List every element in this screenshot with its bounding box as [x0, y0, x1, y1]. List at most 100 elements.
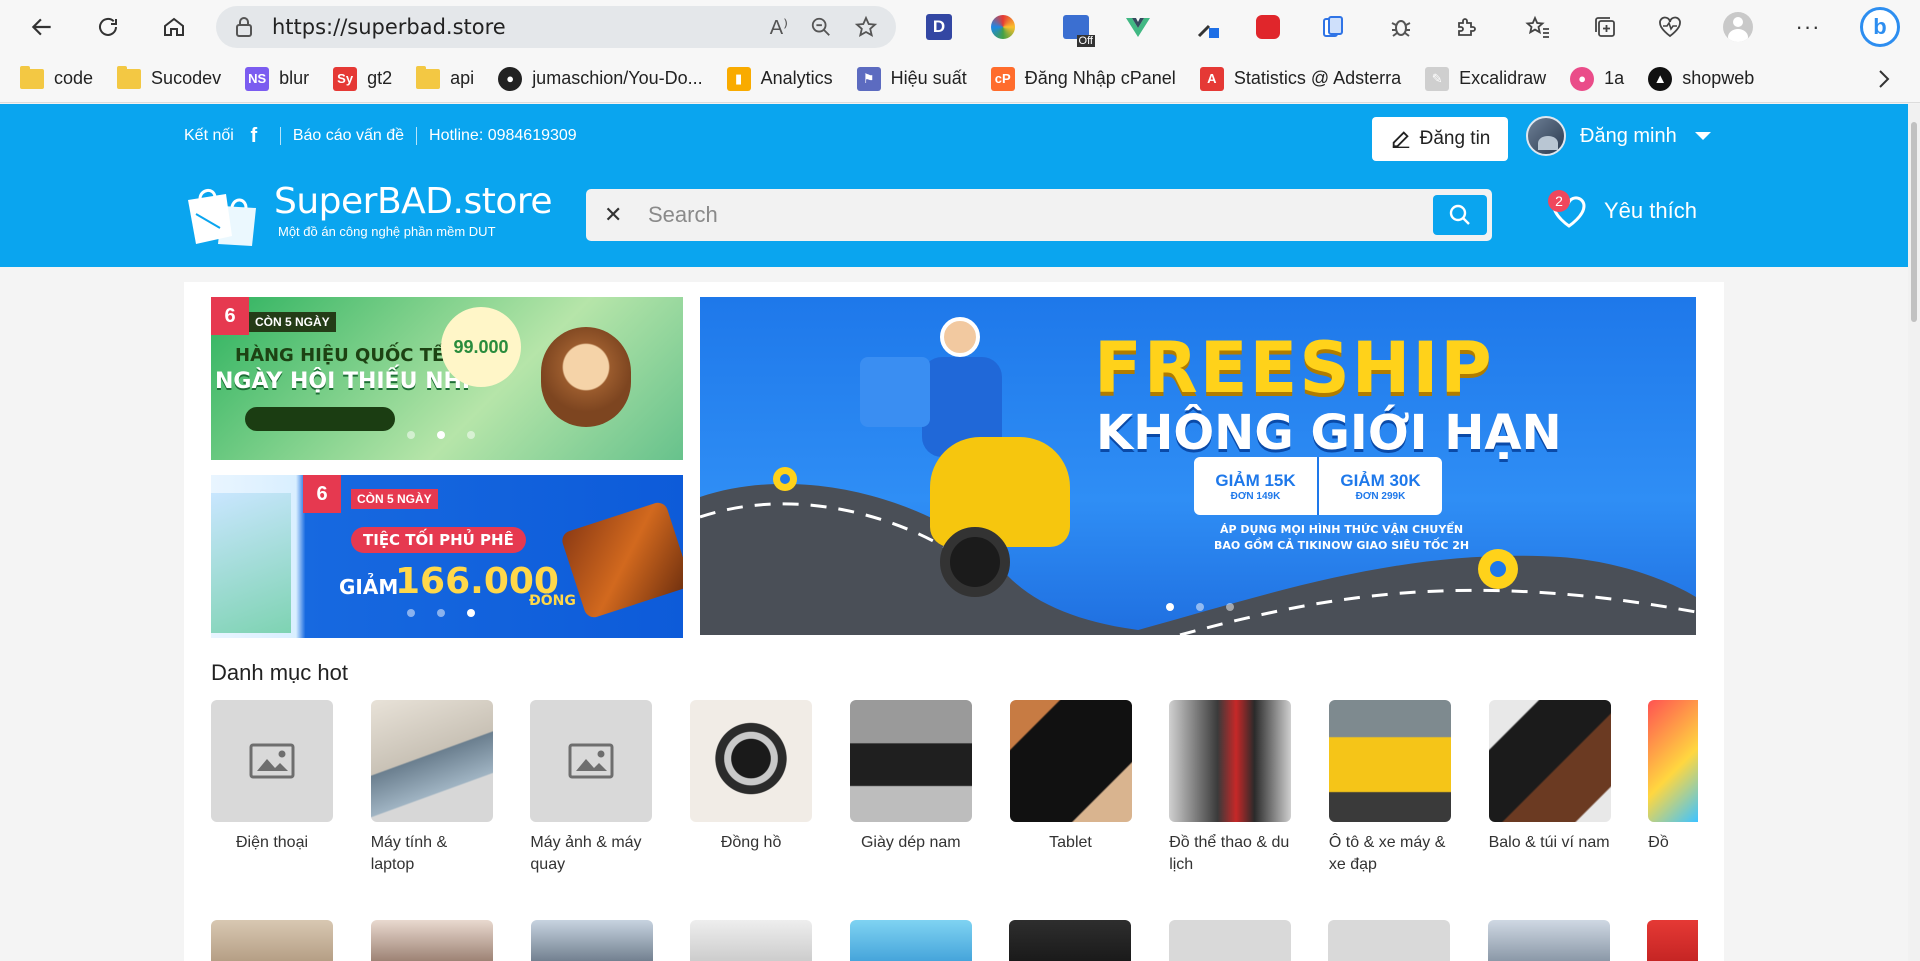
bookmark-item[interactable]: Sucodev — [117, 65, 222, 89]
bookmark-label: Đăng Nhập cPanel — [1024, 68, 1176, 88]
edit-icon — [1392, 131, 1409, 148]
category-item[interactable]: Máy tính & laptop — [370, 700, 493, 876]
section-title: Danh mục hot — [211, 660, 348, 685]
extension-bug-icon[interactable] — [1383, 9, 1419, 45]
category-thumbnail[interactable] — [1647, 920, 1698, 961]
connect-label: Kết nối — [184, 127, 234, 144]
banner-note: ÁP DỤNG MỌI HÌNH THỨC VẬN CHUYỂN — [1220, 523, 1464, 536]
facebook-icon[interactable]: f — [240, 122, 268, 150]
category-thumbnail — [1009, 700, 1132, 822]
read-aloud-icon[interactable]: A⁾ — [770, 15, 788, 40]
bookmark-item[interactable]: api — [416, 65, 474, 89]
category-thumbnail[interactable] — [211, 920, 333, 961]
post-listing-button[interactable]: Đăng tin — [1372, 117, 1508, 161]
bookmark-item[interactable]: ⚑ Hiệu suất — [856, 66, 967, 91]
bookmark-item[interactable]: cP Đăng Nhập cPanel — [990, 66, 1176, 91]
category-item[interactable]: Giày dép nam — [849, 700, 972, 854]
bookmark-label: Excalidraw — [1459, 68, 1547, 88]
bookmark-item[interactable]: ● jumaschion/You-Do... — [498, 66, 703, 91]
site-logo[interactable]: SuperBAD.store Một đồ án công nghệ phần … — [182, 184, 553, 248]
extension-copy-icon[interactable] — [1315, 9, 1351, 45]
bookmarks-overflow-chevron-icon[interactable] — [1866, 61, 1902, 97]
category-label: Balo & túi ví nam — [1488, 834, 1610, 851]
bookmark-item[interactable]: ▮ Analytics — [726, 66, 833, 91]
category-thumbnail[interactable] — [1328, 920, 1450, 961]
extension-adblock-icon[interactable] — [1250, 9, 1286, 45]
address-bar[interactable]: https://superbad.store A⁾ — [216, 6, 896, 48]
skewer-food-image — [559, 500, 683, 620]
more-menu-icon[interactable]: ··· — [1790, 9, 1826, 45]
bookmark-item[interactable]: code — [20, 65, 93, 89]
collections-icon[interactable] — [1587, 9, 1623, 45]
discount-offer: GIẢM 15K — [1215, 470, 1296, 490]
favorites-link[interactable]: 2 Yêu thích — [1548, 190, 1697, 232]
bing-chat-icon[interactable]: b — [1858, 5, 1902, 49]
category-thumbnail[interactable] — [1009, 920, 1131, 961]
extension-d-icon[interactable]: D — [921, 9, 957, 45]
extension-color-icon[interactable] — [985, 9, 1021, 45]
category-thumbnail — [690, 700, 813, 822]
analytics-icon: ▮ — [726, 66, 751, 91]
divider — [279, 127, 281, 145]
category-thumbnail[interactable] — [1169, 920, 1291, 961]
bookmark-item[interactable]: Sy gt2 — [333, 66, 392, 91]
zoom-icon[interactable] — [810, 16, 832, 38]
home-button[interactable] — [156, 9, 192, 45]
promo-banner-children-day[interactable]: 6 CÒN 5 NGÀY HÀNG HIỆU QUỐC TẾ NGÀY HỘI … — [211, 297, 683, 460]
category-item[interactable]: Đồng hồ — [690, 700, 813, 854]
page-scrollbar[interactable] — [1908, 104, 1920, 961]
category-item[interactable]: Máy ảnh & máy quay — [530, 700, 653, 876]
extension-off-icon[interactable]: Off — [1058, 9, 1095, 47]
category-item[interactable]: Đồ — [1648, 700, 1698, 854]
search-button[interactable] — [1433, 195, 1487, 235]
page-viewport: Kết nối f Báo cáo vấn đề Hotline: 098461… — [0, 104, 1908, 961]
category-thumbnail[interactable] — [1488, 920, 1610, 961]
bookmark-label: Analytics — [760, 68, 833, 88]
bookmark-item[interactable]: NS blur — [245, 66, 309, 91]
back-button[interactable] — [24, 9, 60, 45]
promo-banner-dinner-party[interactable]: 6 CÒN 5 NGÀY TIỆC TỐI PHỦ PHÊ GIẢM 166.0… — [211, 475, 683, 638]
category-item[interactable]: Điện thoại — [211, 700, 333, 854]
search-input[interactable]: Search — [648, 202, 1433, 228]
category-item[interactable]: Ô tô & xe máy & xe đạp — [1328, 700, 1451, 876]
category-thumbnail[interactable] — [850, 920, 972, 961]
bookmark-item[interactable]: ✎ Excalidraw — [1425, 66, 1547, 91]
category-thumbnail[interactable] — [690, 920, 812, 961]
bookmark-label: Sucodev — [151, 68, 222, 88]
clear-search-icon[interactable]: ✕ — [604, 202, 628, 228]
carousel-dots — [407, 609, 475, 617]
browser-essentials-icon[interactable] — [1652, 9, 1688, 45]
folder-icon — [20, 65, 44, 89]
banner-line: NGÀY HỘI THIẾU NHI — [215, 369, 471, 394]
category-item[interactable]: Balo & túi ví nam — [1488, 700, 1611, 854]
category-item[interactable]: Tablet — [1009, 700, 1132, 854]
user-menu[interactable]: Đăng minh — [1526, 116, 1713, 156]
bookmark-item[interactable]: ▲ shopweb — [1648, 66, 1754, 91]
carousel-dots — [1166, 603, 1234, 611]
scrollbar-thumb[interactable] — [1911, 122, 1917, 322]
favorites-icon[interactable] — [1520, 9, 1556, 45]
refresh-button[interactable] — [90, 9, 126, 45]
favorite-star-icon[interactable] — [854, 15, 878, 39]
extension-picker-icon[interactable] — [1190, 9, 1226, 45]
discount-offer: GIẢM 30K — [1340, 470, 1421, 490]
category-item[interactable]: Đồ thể thao & du lịch — [1169, 700, 1292, 876]
extension-vue-icon[interactable] — [1120, 9, 1156, 45]
bookmark-item[interactable]: ● 1a — [1570, 66, 1624, 91]
banner-line: TIỆC TỐI PHỦ PHÊ — [351, 527, 526, 553]
report-issue-link[interactable]: Báo cáo vấn đề — [293, 127, 404, 145]
category-thumbnail — [1488, 700, 1611, 822]
banner-subheadline: KHÔNG GIỚI HẠN — [1096, 405, 1562, 461]
post-listing-label: Đăng tin — [1419, 128, 1491, 149]
promo-banner-freeship[interactable]: FREESHIP KHÔNG GIỚI HẠN GIẢM 15K ĐƠN 149… — [700, 297, 1696, 635]
bookmark-item[interactable]: A Statistics @ Adsterra — [1199, 66, 1401, 91]
refresh-icon — [99, 17, 117, 36]
category-thumbnail[interactable] — [371, 920, 493, 961]
price-badge: 99.000 — [441, 307, 521, 387]
dribbble-icon: ● — [1570, 66, 1595, 91]
chevron-down-icon — [1694, 132, 1711, 140]
extensions-puzzle-icon[interactable] — [1448, 9, 1484, 45]
category-thumbnail[interactable] — [531, 920, 653, 961]
profile-icon[interactable] — [1720, 9, 1756, 45]
category-label: Điện thoại — [235, 834, 309, 851]
